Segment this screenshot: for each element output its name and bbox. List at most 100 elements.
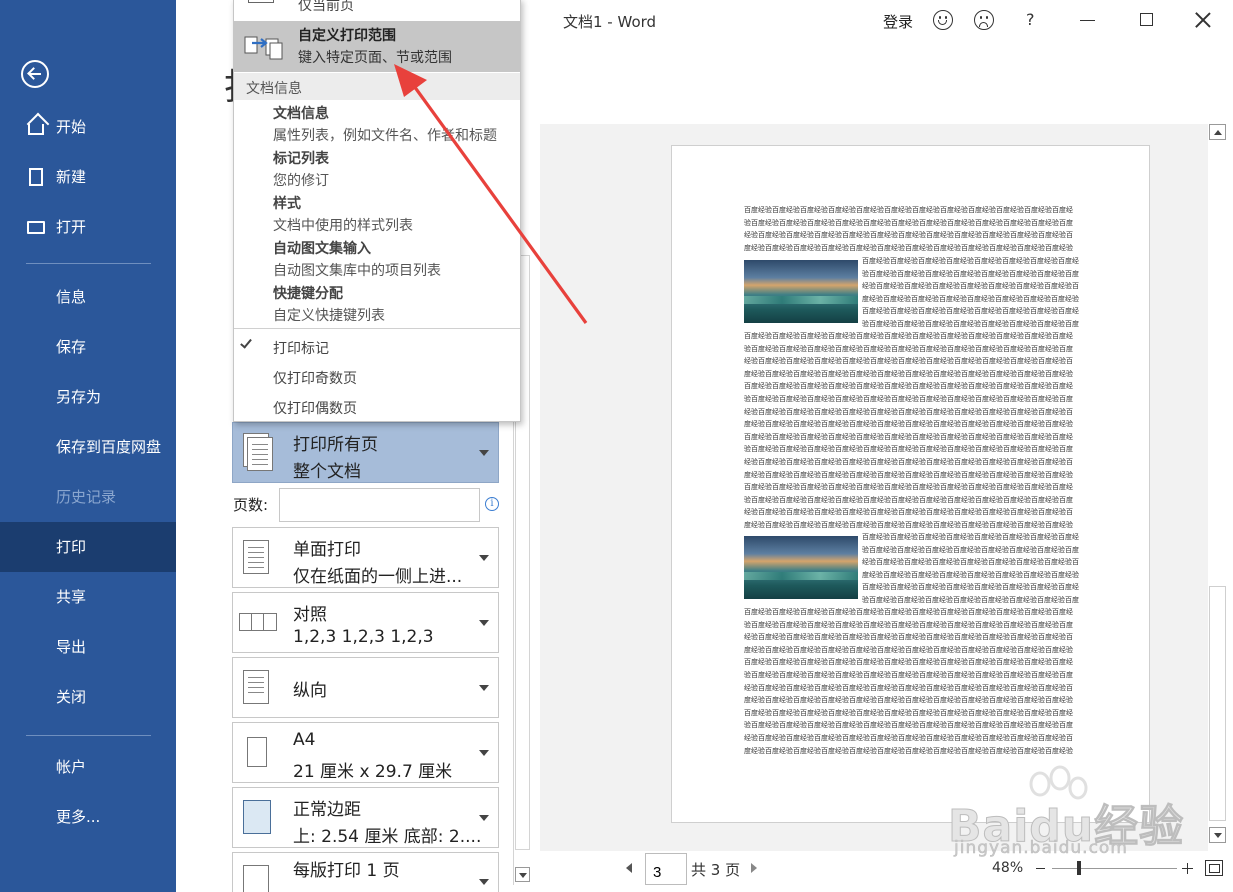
menu-option-print-markup[interactable]: 打印标记 [234, 332, 520, 362]
setting-subtitle: 仅在纸面的一侧上进... [293, 567, 463, 587]
menu-option-label: 打印标记 [273, 341, 329, 357]
minimize-icon[interactable] [1080, 20, 1095, 21]
sides-dropdown[interactable]: 单面打印 仅在纸面的一侧上进... [232, 527, 499, 588]
frown-feedback-icon[interactable] [974, 10, 994, 30]
nav-item-print[interactable]: 打印 [0, 522, 176, 572]
nav-item-label: 保存 [56, 338, 87, 356]
nav-item-history: 历史记录 [0, 472, 176, 522]
setting-title: 单面打印 [293, 540, 361, 560]
pages-input[interactable] [279, 488, 480, 522]
collate-dropdown[interactable]: 对照 1,2,3 1,2,3 1,2,3 [232, 592, 499, 653]
current-page-input[interactable] [645, 853, 687, 885]
pages-per-sheet-icon [241, 863, 271, 892]
nav-item-close[interactable]: 关闭 [0, 672, 176, 722]
setting-subtitle: 21 厘米 x 29.7 厘米 [293, 762, 453, 782]
collate-icon [239, 603, 277, 641]
print-range-dropdown[interactable]: 打印所有页 整个文档 [232, 422, 499, 483]
menu-item-doc-info[interactable]: 文档信息 属性列表，例如文件名、作者和标题 [273, 103, 520, 147]
scroll-up-icon[interactable] [1209, 124, 1226, 140]
menu-option-label: 仅打印奇数页 [273, 371, 357, 387]
orientation-dropdown[interactable]: 纵向 [232, 657, 499, 718]
nav-item-label: 共享 [56, 588, 87, 606]
nav-item-label: 导出 [56, 638, 87, 656]
menu-item-title: 文档信息 [273, 106, 329, 122]
nav-item-info[interactable]: 信息 [0, 272, 176, 322]
page-body-text: 百度经验百度经验百度经验百度经验百度经验百度经验百度经验百度经验百度经验百度经验… [744, 608, 1073, 755]
scrollbar-thumb[interactable] [1209, 586, 1226, 821]
menu-option-even-pages[interactable]: 仅打印偶数页 [234, 392, 520, 421]
sea-painting-image [744, 536, 858, 599]
nav-item-account[interactable]: 帐户 [0, 742, 176, 792]
menu-section-header: 文档信息 [234, 73, 520, 100]
setting-title: A4 [293, 730, 316, 750]
chevron-down-icon [479, 450, 489, 456]
next-page-icon[interactable] [751, 863, 757, 873]
nav-item-share[interactable]: 共享 [0, 572, 176, 622]
nav-item-save-as[interactable]: 另存为 [0, 372, 176, 422]
menu-item-key-assignments[interactable]: 快捷键分配 自定义快捷键列表 [273, 283, 520, 327]
setting-title: 每版打印 1 页 [293, 861, 400, 881]
menu-option-odd-pages[interactable]: 仅打印奇数页 [234, 362, 520, 392]
margins-dropdown[interactable]: 正常边距 上: 2.54 厘米 底部: 2.... [232, 787, 499, 848]
login-button[interactable]: 登录 [883, 11, 913, 32]
smile-feedback-icon[interactable] [933, 10, 953, 30]
preview-scrollbar[interactable] [1209, 124, 1226, 846]
close-icon[interactable] [1195, 12, 1211, 28]
back-arrow-icon[interactable] [21, 60, 49, 88]
nav-divider [26, 735, 151, 736]
sea-painting-image [744, 260, 858, 323]
nav-item-save-to-baidu[interactable]: 保存到百度网盘 [0, 422, 176, 472]
setting-title: 打印所有页 [293, 435, 378, 455]
info-icon[interactable]: i [485, 497, 499, 511]
menu-item-desc: 自定义快捷键列表 [273, 308, 385, 324]
paper-size-dropdown[interactable]: A4 21 厘米 x 29.7 厘米 [232, 722, 499, 783]
nav-item-label: 信息 [56, 288, 87, 306]
menu-item-title: 标记列表 [273, 151, 329, 167]
menu-item-desc: 自动图文集库中的项目列表 [273, 263, 441, 279]
open-folder-icon [27, 221, 45, 234]
nav-item-label: 保存到百度网盘 [56, 438, 162, 456]
menu-item-styles[interactable]: 样式 文档中使用的样式列表 [273, 193, 520, 237]
menu-item-title: 自定义打印范围 [298, 28, 396, 44]
new-document-icon [29, 168, 43, 186]
help-button[interactable]: ? [1026, 10, 1035, 29]
previous-page-icon[interactable] [626, 863, 632, 873]
chevron-down-icon [479, 685, 489, 691]
menu-item-markup-list[interactable]: 标记列表 您的修订 [273, 148, 520, 192]
menu-item-current-page[interactable]: 仅当前页 [234, 0, 520, 15]
nav-item-home[interactable]: 开始 [0, 102, 176, 152]
nav-item-open[interactable]: 打开 [0, 202, 176, 252]
menu-item-title: 自动图文集输入 [273, 241, 371, 257]
nav-divider [26, 263, 151, 264]
checkmark-icon [240, 336, 252, 349]
menu-item-desc: 您的修订 [273, 173, 329, 189]
scroll-down-icon[interactable] [1209, 827, 1226, 843]
portrait-icon [241, 668, 271, 706]
nav-item-label: 打开 [56, 218, 87, 236]
chevron-down-icon [479, 815, 489, 821]
pages-label: 页数: [233, 496, 269, 514]
menu-item-custom-range[interactable]: 自定义打印范围 键入特定页面、节或范围 [234, 21, 520, 72]
setting-title: 对照 [293, 605, 327, 625]
nav-item-save[interactable]: 保存 [0, 322, 176, 372]
nav-item-label: 新建 [56, 168, 87, 186]
pages-per-sheet-dropdown[interactable]: 每版打印 1 页 [232, 852, 499, 892]
setting-subtitle: 上: 2.54 厘米 底部: 2.... [293, 827, 482, 847]
menu-item-autotext[interactable]: 自动图文集输入 自动图文集库中的项目列表 [273, 238, 520, 282]
setting-subtitle: 1,2,3 1,2,3 1,2,3 [293, 627, 434, 647]
zoom-to-page-icon[interactable] [1205, 860, 1223, 876]
backstage-nav: 开始 新建 打开 信息 保存 另存为 保存到百度网盘 历史记录 打印 共享 导出… [0, 0, 176, 892]
watermark-url: jingyan.baidu.com [954, 838, 1128, 859]
pages-icon [241, 433, 273, 471]
scroll-down-icon[interactable] [515, 867, 530, 882]
nav-item-label: 帐户 [56, 758, 87, 776]
chevron-down-icon [479, 879, 489, 885]
menu-divider [234, 328, 520, 329]
nav-item-more[interactable]: 更多... [0, 792, 176, 842]
maximize-icon[interactable] [1140, 13, 1153, 26]
nav-item-export[interactable]: 导出 [0, 622, 176, 672]
page-body-text: 百度经验百度经验百度经验百度经验百度经验百度经验百度经验百度经验百度经验百度经验… [744, 206, 1073, 252]
nav-item-new[interactable]: 新建 [0, 152, 176, 202]
print-range-menu: 仅当前页 自定义打印范围 键入特定页面、节或范围 文档信息 文档信息 属性列表，… [233, 0, 521, 422]
home-icon [28, 124, 44, 135]
